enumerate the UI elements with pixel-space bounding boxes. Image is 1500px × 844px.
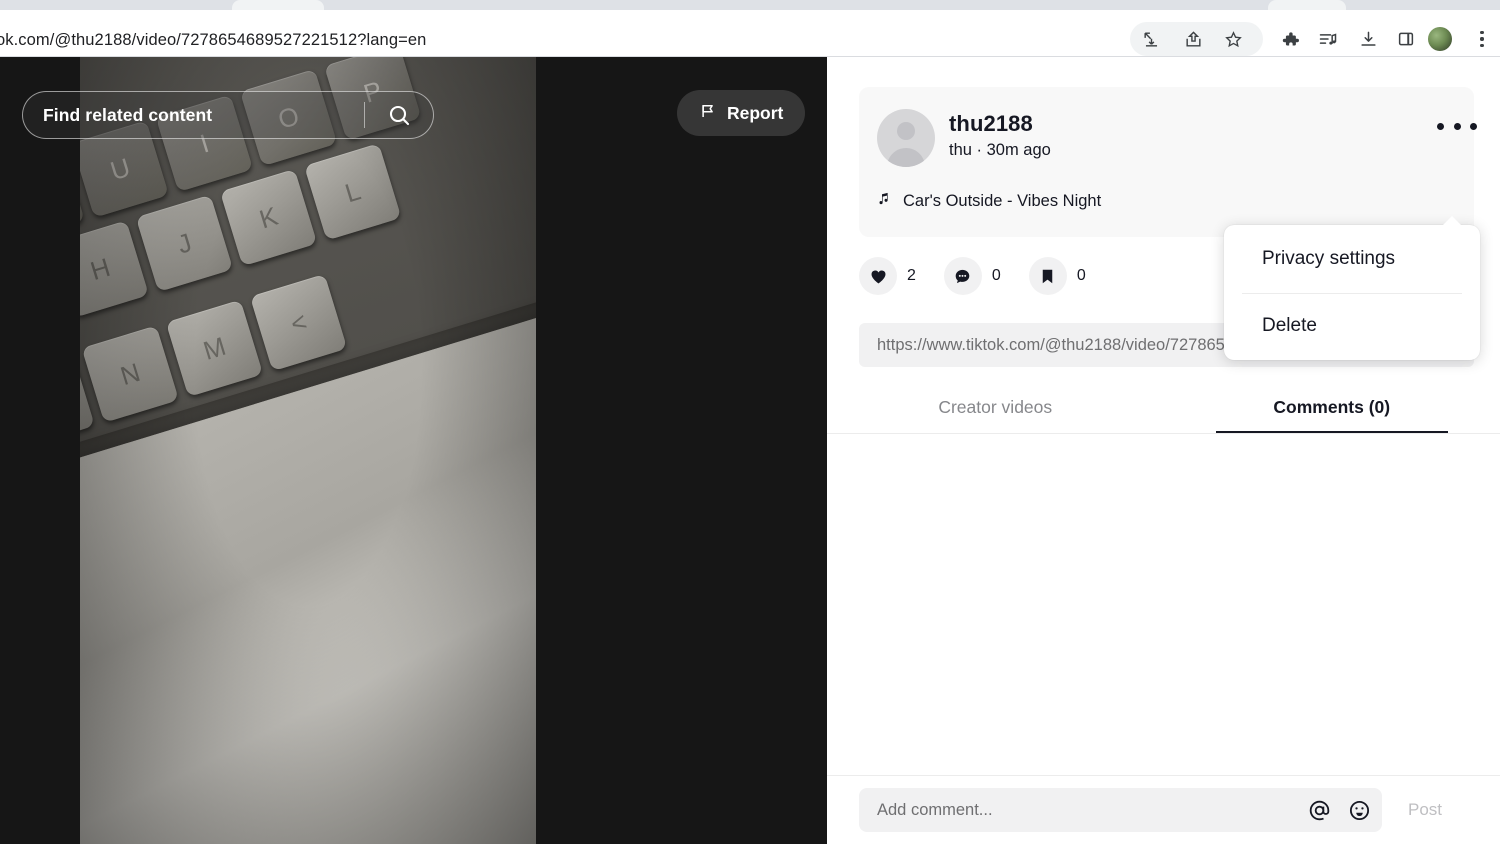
menu-item-delete[interactable]: Delete [1224,293,1480,361]
video-details-sidebar: thu2188 thu · 30m ago Car's Outside - Vi… [827,57,1500,844]
heart-icon[interactable] [859,257,897,295]
like-stat[interactable]: 2 [859,257,916,295]
post-comment-button[interactable]: Post [1382,800,1468,820]
browser-toolbar: ok.com/@thu2188/video/727865468952722151… [0,10,1500,57]
music-title: Car's Outside - Vibes Night [903,191,1102,210]
video-player[interactable]: YUIOP GHJKL BNM< [80,57,536,844]
find-related-content-search[interactable]: Find related content [22,91,434,139]
tab-creator-videos[interactable]: Creator videos [827,381,1164,434]
downloads-icon[interactable] [1353,24,1383,54]
comments-list [827,434,1500,775]
search-icon[interactable] [365,103,433,127]
browser-tab[interactable] [232,0,324,10]
author-info-card: thu2188 thu · 30m ago Car's Outside - Vi… [859,87,1477,237]
tab-comments[interactable]: Comments (0) [1164,381,1500,434]
share-icon[interactable] [1178,24,1208,54]
options-dropdown-menu: Privacy settings Delete [1224,216,1480,361]
bookmark-icon[interactable] [1028,257,1067,295]
at-mention-icon[interactable] [1302,793,1336,827]
comment-placeholder: Add comment... [877,800,993,819]
emoji-smiley-icon[interactable] [1342,793,1376,827]
bookmark-star-icon[interactable] [1218,24,1248,54]
video-stats: 2 0 0 [859,257,1086,295]
comment-input[interactable]: Add comment... [859,788,1382,832]
browser-tab[interactable] [1268,0,1346,10]
menu-item-privacy-settings[interactable]: Privacy settings [1224,225,1480,293]
install-app-icon[interactable] [1136,24,1166,54]
author-meta: thu · 30m ago [949,141,1051,159]
report-button[interactable]: Report [677,90,806,136]
omnibox-url-text[interactable]: ok.com/@thu2188/video/727865468952722151… [0,31,426,50]
browser-tab-strip [0,0,1500,10]
author-username[interactable]: thu2188 [949,111,1033,137]
comment-stat[interactable]: 0 [943,257,1001,295]
report-label: Report [727,102,784,123]
bookmark-count: 0 [1076,267,1086,284]
sidebar-tabs: Creator videos Comments (0) [827,381,1500,434]
comment-composer: Add comment... Post [827,776,1500,844]
profile-avatar-icon[interactable] [1428,27,1452,51]
chrome-menu-icon[interactable] [1470,24,1494,54]
find-related-label: Find related content [43,104,213,125]
bookmark-stat[interactable]: 0 [1028,257,1086,295]
video-vignette [80,57,536,844]
comment-count: 0 [991,267,1001,284]
music-row[interactable]: Car's Outside - Vibes Night [877,191,1101,211]
default-user-avatar[interactable] [877,109,935,167]
side-panel-icon[interactable] [1391,24,1421,54]
media-playlist-icon[interactable] [1313,24,1343,54]
video-pane[interactable]: YUIOP GHJKL BNM< Find related content [0,57,827,844]
music-note-icon [877,191,892,211]
extensions-puzzle-icon[interactable] [1275,24,1305,54]
comment-icon[interactable] [943,257,982,295]
more-options-icon[interactable] [1437,115,1477,137]
flag-icon [699,102,717,125]
tiktok-video-page: YUIOP GHJKL BNM< Find related content [0,57,1500,844]
like-count: 2 [907,267,916,284]
